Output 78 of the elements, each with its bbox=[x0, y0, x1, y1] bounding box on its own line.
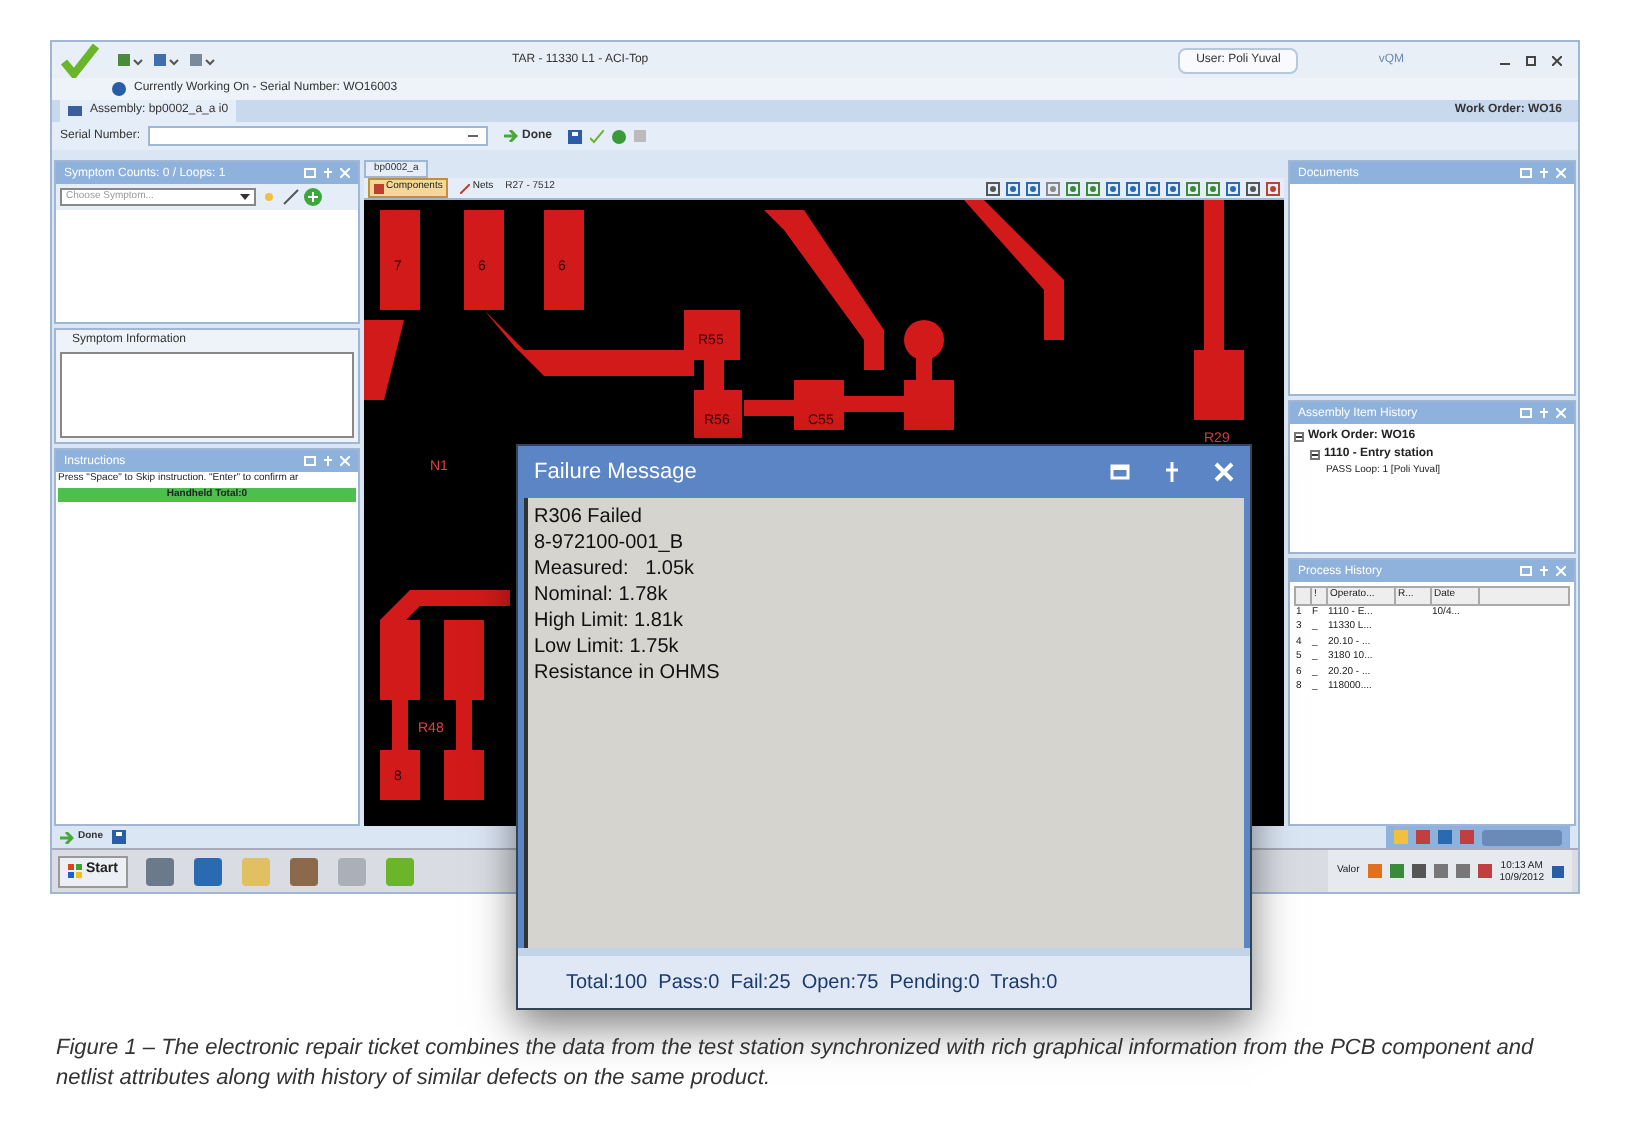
close-icon[interactable] bbox=[1552, 55, 1562, 65]
taskbar-app-icon[interactable] bbox=[383, 855, 416, 887]
board-tool-icon[interactable] bbox=[1246, 181, 1260, 195]
ok-circle-icon[interactable] bbox=[612, 129, 627, 143]
windows-logo-icon[interactable] bbox=[68, 864, 82, 878]
save-icon[interactable] bbox=[111, 830, 125, 844]
pencil-icon[interactable] bbox=[282, 188, 300, 206]
board-tool-icon[interactable] bbox=[1186, 181, 1200, 195]
serial-number-field[interactable] bbox=[148, 126, 489, 146]
toolbar-tool-icon[interactable] bbox=[116, 52, 144, 68]
pin-icon[interactable] bbox=[1538, 407, 1550, 419]
restore-icon[interactable] bbox=[1110, 462, 1130, 482]
collapse-icon[interactable] bbox=[1294, 432, 1304, 442]
taskbar-app-icon[interactable] bbox=[287, 855, 320, 887]
board-tool-icon[interactable] bbox=[1066, 181, 1080, 195]
restore-icon[interactable] bbox=[1520, 167, 1532, 177]
board-tool-icon[interactable] bbox=[1126, 181, 1140, 195]
toolbar-tool-icon[interactable] bbox=[188, 52, 216, 68]
dropdown-caret-icon[interactable] bbox=[468, 133, 479, 139]
pin-icon[interactable] bbox=[1538, 167, 1550, 179]
collapse-icon[interactable] bbox=[1310, 450, 1320, 460]
message-line: R306 Failed bbox=[534, 504, 644, 530]
restore-icon[interactable] bbox=[304, 455, 316, 465]
board-tool-icon[interactable] bbox=[1106, 181, 1120, 195]
symptom-information-field[interactable] bbox=[60, 352, 354, 438]
message-line: Nominal: 1.78k bbox=[534, 582, 670, 608]
save-icon[interactable] bbox=[568, 129, 583, 143]
message-line: Low Limit: 1.75k bbox=[534, 634, 681, 660]
pin-icon[interactable] bbox=[1538, 565, 1550, 577]
info-icon[interactable] bbox=[112, 82, 126, 96]
show-desktop-icon[interactable] bbox=[1552, 865, 1564, 877]
pin-icon[interactable] bbox=[1162, 462, 1182, 482]
dialog-title: Failure Message bbox=[534, 457, 697, 488]
arrow-icon[interactable] bbox=[60, 831, 74, 843]
toolbar-tool-icon[interactable] bbox=[152, 52, 180, 68]
board-tool-icon[interactable] bbox=[1146, 181, 1160, 195]
message-line: Measured: 1.05k bbox=[534, 556, 697, 582]
board-tool-icon[interactable] bbox=[1026, 181, 1040, 195]
copper-pad bbox=[794, 380, 844, 430]
copper-trace bbox=[964, 200, 1064, 340]
dialog-status-text: Total:100 Pass:0 Fail:25 Open:75 Pending:0 Trash:0 bbox=[566, 969, 1058, 997]
restore-icon[interactable] bbox=[1520, 565, 1532, 575]
copper-trace bbox=[364, 320, 404, 400]
copper-pad bbox=[904, 380, 954, 430]
copper-pad bbox=[464, 210, 504, 310]
maximize-icon[interactable] bbox=[1526, 55, 1536, 65]
board-tool-icon[interactable] bbox=[1086, 181, 1100, 195]
checkmark-logo-icon[interactable] bbox=[60, 43, 100, 77]
message-line: High Limit: 1.81k bbox=[534, 608, 685, 634]
restore-icon[interactable] bbox=[304, 167, 316, 177]
arrow-icon[interactable] bbox=[504, 130, 519, 142]
board-tool-icon[interactable] bbox=[1206, 181, 1220, 195]
board-tool-icon[interactable] bbox=[1226, 181, 1240, 195]
board-tool-icon[interactable] bbox=[986, 181, 1000, 195]
board-tool-icon[interactable] bbox=[1006, 181, 1020, 195]
copper-pad bbox=[694, 390, 742, 438]
copper-pad bbox=[380, 210, 420, 310]
link-icon[interactable] bbox=[460, 183, 471, 193]
taskbar-app-icon[interactable] bbox=[143, 855, 176, 887]
copper-trace bbox=[744, 400, 794, 416]
board-tool-icon[interactable] bbox=[1266, 181, 1280, 195]
taskbar-app-icon[interactable] bbox=[191, 855, 224, 887]
copper-pad bbox=[544, 210, 584, 310]
chip-icon[interactable] bbox=[374, 183, 384, 193]
message-line: 8-972100-001_B bbox=[534, 530, 686, 556]
figure-caption: Figure 1 – The electronic repair ticket combines the data from the test station synchronized with rich graphical information from the PCB component and netlist attributes along with history of similar defects on the same product. bbox=[56, 1034, 1536, 1094]
pin-icon[interactable] bbox=[322, 167, 334, 179]
pin-icon[interactable] bbox=[322, 455, 334, 467]
plus-icon[interactable] bbox=[304, 188, 322, 206]
dropdown-caret-icon[interactable] bbox=[240, 194, 250, 200]
board-tool-icon[interactable] bbox=[1046, 181, 1060, 195]
copper-trace bbox=[844, 396, 904, 412]
check-icon[interactable] bbox=[590, 129, 605, 143]
copper-pad bbox=[684, 310, 740, 360]
board-tool-icon[interactable] bbox=[1166, 181, 1180, 195]
copper-pad bbox=[1194, 350, 1244, 420]
restore-icon[interactable] bbox=[1520, 407, 1532, 417]
message-line: Resistance in OHMS bbox=[534, 660, 722, 686]
